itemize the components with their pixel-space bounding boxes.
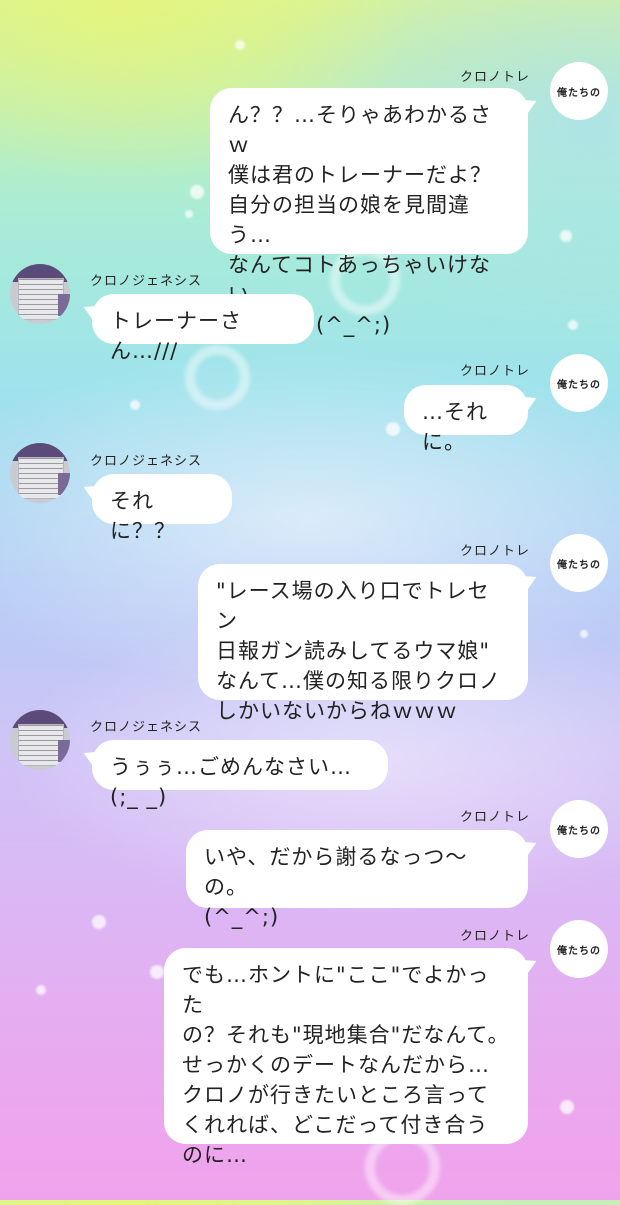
bokeh-light (560, 230, 572, 242)
bokeh-light (150, 965, 164, 979)
avatar-label: 俺たちの (557, 87, 601, 99)
message-bubble: トレーナーさん…/// (92, 294, 314, 363)
avatar[interactable]: 俺たちの (550, 534, 608, 592)
bokeh-light (568, 320, 578, 330)
message-bubble: …それに。 (404, 385, 528, 454)
avatar-label: 俺たちの (557, 559, 601, 571)
bokeh-light (190, 185, 204, 199)
message-bubble: でも…ホントに"ここ"でよかった の？それも"現地集合"だなんて。 せっかくのデ… (164, 948, 528, 1167)
bokeh-light (92, 915, 106, 929)
sender-name: クロノジェネシス (90, 274, 203, 289)
avatar[interactable] (10, 264, 70, 324)
sender-name: クロノトレ (459, 364, 530, 379)
avatar[interactable]: 俺たちの (550, 800, 608, 858)
bokeh-light (235, 40, 245, 50)
sender-name: クロノジェネシス (90, 454, 203, 469)
bokeh-light (185, 210, 193, 218)
ring-decoration (185, 345, 250, 410)
avatar[interactable] (10, 443, 70, 503)
avatar[interactable] (10, 710, 70, 770)
avatar[interactable]: 俺たちの (550, 62, 608, 120)
message-bubble: いや、だから謝るなっつ〜の。 (^_^;) (186, 830, 528, 929)
sender-name: クロノトレ (459, 929, 530, 944)
sender-name: クロノトレ (459, 810, 530, 825)
message-bubble: "レース場の入り口でトレセン 日報ガン読みしてるウマ娘" なんて…僕の知る限りク… (198, 564, 528, 723)
message-bubble: ん？？…そりゃあわかるさｗ 僕は君のトレーナーだよ？ 自分の担当の娘を見間違う…… (210, 88, 528, 337)
bokeh-light (386, 422, 400, 436)
bokeh-light (580, 630, 588, 638)
avatar-label: 俺たちの (557, 825, 601, 837)
avatar[interactable]: 俺たちの (550, 354, 608, 412)
sender-name: クロノトレ (459, 544, 530, 559)
bokeh-light (36, 985, 46, 995)
avatar[interactable]: 俺たちの (550, 920, 608, 978)
bokeh-light (130, 400, 140, 410)
message-bubble: それに？？ (92, 474, 232, 543)
sender-name: クロノトレ (459, 70, 530, 85)
avatar-label: 俺たちの (557, 379, 601, 391)
sender-name: クロノジェネシス (90, 720, 203, 735)
avatar-label: 俺たちの (557, 945, 601, 957)
bokeh-light (560, 1100, 574, 1114)
message-bubble: うぅぅ…ごめんなさい…(;_ _) (92, 740, 388, 809)
